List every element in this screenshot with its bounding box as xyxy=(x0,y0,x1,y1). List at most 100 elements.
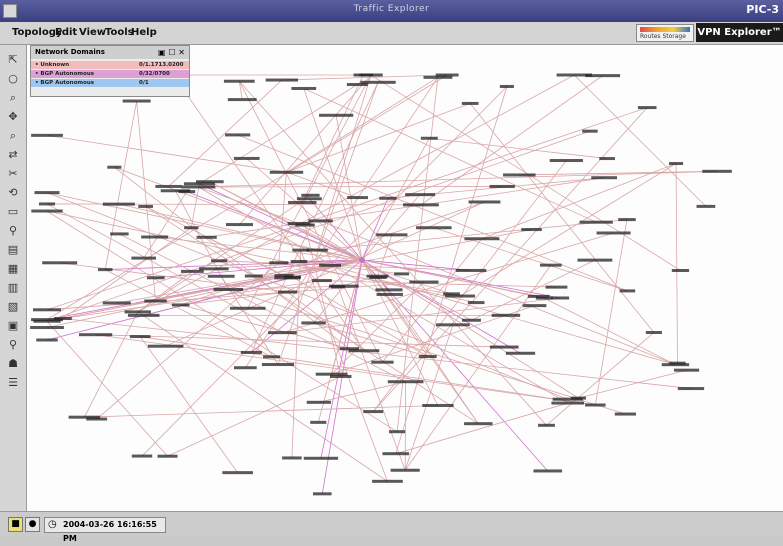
graph-node xyxy=(130,335,151,338)
graph-node xyxy=(492,314,520,317)
graph-node xyxy=(144,299,167,302)
graph-node xyxy=(103,203,135,206)
graph-node xyxy=(423,76,452,79)
link-icon[interactable]: ⟲ xyxy=(5,186,21,200)
graph-node xyxy=(291,260,308,263)
network-graph[interactable] xyxy=(27,45,783,511)
graph-node xyxy=(528,295,550,298)
vertical-toolbar: ⇱ ○ ⌕ ✥ ⌕ ⇄ ✂ ⟲ ▭ ⚲ ▤ ▦ ▥ ▧ ▣ ⚲ ☗ ☰ xyxy=(0,45,27,511)
graph-node xyxy=(266,79,298,82)
pin-icon[interactable]: ⚲ xyxy=(5,338,21,352)
graph-node xyxy=(196,180,224,183)
map-icon[interactable]: ▭ xyxy=(5,205,21,219)
graph-edge xyxy=(47,321,168,456)
graph-edge xyxy=(574,75,706,206)
graph-node xyxy=(181,185,215,188)
graph-node xyxy=(230,307,266,310)
refresh-icon[interactable]: ● xyxy=(25,517,40,532)
graph-node xyxy=(319,264,341,267)
domain-name: • Unknown xyxy=(35,61,69,69)
graph-node xyxy=(181,270,204,273)
menu-help[interactable]: Help xyxy=(131,27,157,38)
topology-canvas[interactable] xyxy=(27,45,783,511)
graph-node xyxy=(282,456,302,459)
group-icon[interactable]: ☗ xyxy=(5,357,21,371)
graph-node xyxy=(523,304,547,307)
report-icon[interactable]: ▥ xyxy=(5,281,21,295)
graph-node xyxy=(421,137,438,140)
graph-node xyxy=(268,331,297,334)
graph-node xyxy=(147,276,165,279)
filter-icon[interactable]: ⚲ xyxy=(5,224,21,238)
graph-node xyxy=(304,457,338,460)
graph-node xyxy=(580,221,613,224)
graph-node xyxy=(620,289,636,292)
graph-node xyxy=(148,345,184,348)
graph-node xyxy=(110,232,128,235)
cut-icon[interactable]: ✂ xyxy=(5,167,21,181)
graph-node xyxy=(30,326,64,329)
graph-node xyxy=(388,380,424,383)
route-icon[interactable]: ⇄ xyxy=(5,148,21,162)
graph-node xyxy=(503,173,535,176)
graph-node xyxy=(500,85,514,88)
pointer-icon[interactable]: ⇱ xyxy=(5,53,21,67)
search-icon[interactable]: ⌕ xyxy=(5,129,21,143)
graph-node xyxy=(348,349,379,352)
graph-node xyxy=(669,162,683,165)
graph-node xyxy=(269,261,288,264)
graph-node xyxy=(31,210,62,213)
menu-edit[interactable]: Edit xyxy=(55,27,77,38)
graph-edge xyxy=(318,260,362,422)
graph-node xyxy=(674,369,699,372)
domain-name: • BGP Autonomous xyxy=(35,70,94,78)
grid-icon[interactable]: ▣ xyxy=(5,319,21,333)
layout-icon[interactable]: ▤ xyxy=(5,243,21,257)
zoom-icon[interactable]: ⌕ xyxy=(5,91,21,105)
graph-edge xyxy=(286,103,470,172)
graph-node xyxy=(245,275,263,278)
graph-node xyxy=(98,268,113,271)
graph-node xyxy=(301,321,325,324)
graph-node xyxy=(618,218,636,221)
graph-edge xyxy=(676,164,677,364)
domain-row[interactable]: • Unknown 0/1.1713.0200 xyxy=(31,61,189,69)
graph-node xyxy=(468,301,485,304)
graph-edge xyxy=(47,135,286,172)
panel-title: Network Domains xyxy=(35,46,105,59)
graph-node xyxy=(599,157,615,160)
graph-node xyxy=(222,471,253,474)
select-icon[interactable]: ○ xyxy=(5,72,21,86)
domain-row[interactable]: • BGP Autonomous 0/32/0700 xyxy=(31,70,189,78)
graph-node xyxy=(307,249,328,252)
graph-node xyxy=(225,133,250,136)
window-title: Traffic Explorer xyxy=(0,4,783,14)
graph-edge xyxy=(317,75,371,250)
legend-label: Routes Storage xyxy=(640,33,686,40)
graph-node xyxy=(585,404,605,407)
graph-edge xyxy=(319,382,406,403)
menu-view[interactable]: View xyxy=(79,27,106,38)
graph-node xyxy=(199,267,229,270)
graph-node xyxy=(138,205,153,208)
graph-node xyxy=(274,276,300,279)
pan-icon[interactable]: ✥ xyxy=(5,110,21,124)
domain-value: 0/1.1713.0200 xyxy=(139,61,183,69)
menu-tools[interactable]: Tools xyxy=(105,27,134,38)
graph-edge xyxy=(378,235,392,276)
domain-row[interactable]: • BGP Autonomous 0/1 xyxy=(31,79,189,87)
settings-icon[interactable]: ☰ xyxy=(5,376,21,390)
panel-controls[interactable]: ▣ ☐ ✕ xyxy=(158,46,185,59)
clock-icon: ◷ xyxy=(48,518,57,532)
graph-node xyxy=(157,455,177,458)
status-light-icon[interactable]: ■ xyxy=(8,517,23,532)
chart-icon[interactable]: ▧ xyxy=(5,300,21,314)
graph-node xyxy=(262,363,294,366)
graph-node xyxy=(307,401,331,404)
graph-node xyxy=(377,293,403,296)
graph-edge xyxy=(47,260,362,340)
graph-hub-node xyxy=(359,257,365,263)
graph-node xyxy=(409,281,438,284)
table-icon[interactable]: ▦ xyxy=(5,262,21,276)
status-bar: ■ ● ◷ 2004-03-26 16:16:55 PM xyxy=(0,511,783,537)
